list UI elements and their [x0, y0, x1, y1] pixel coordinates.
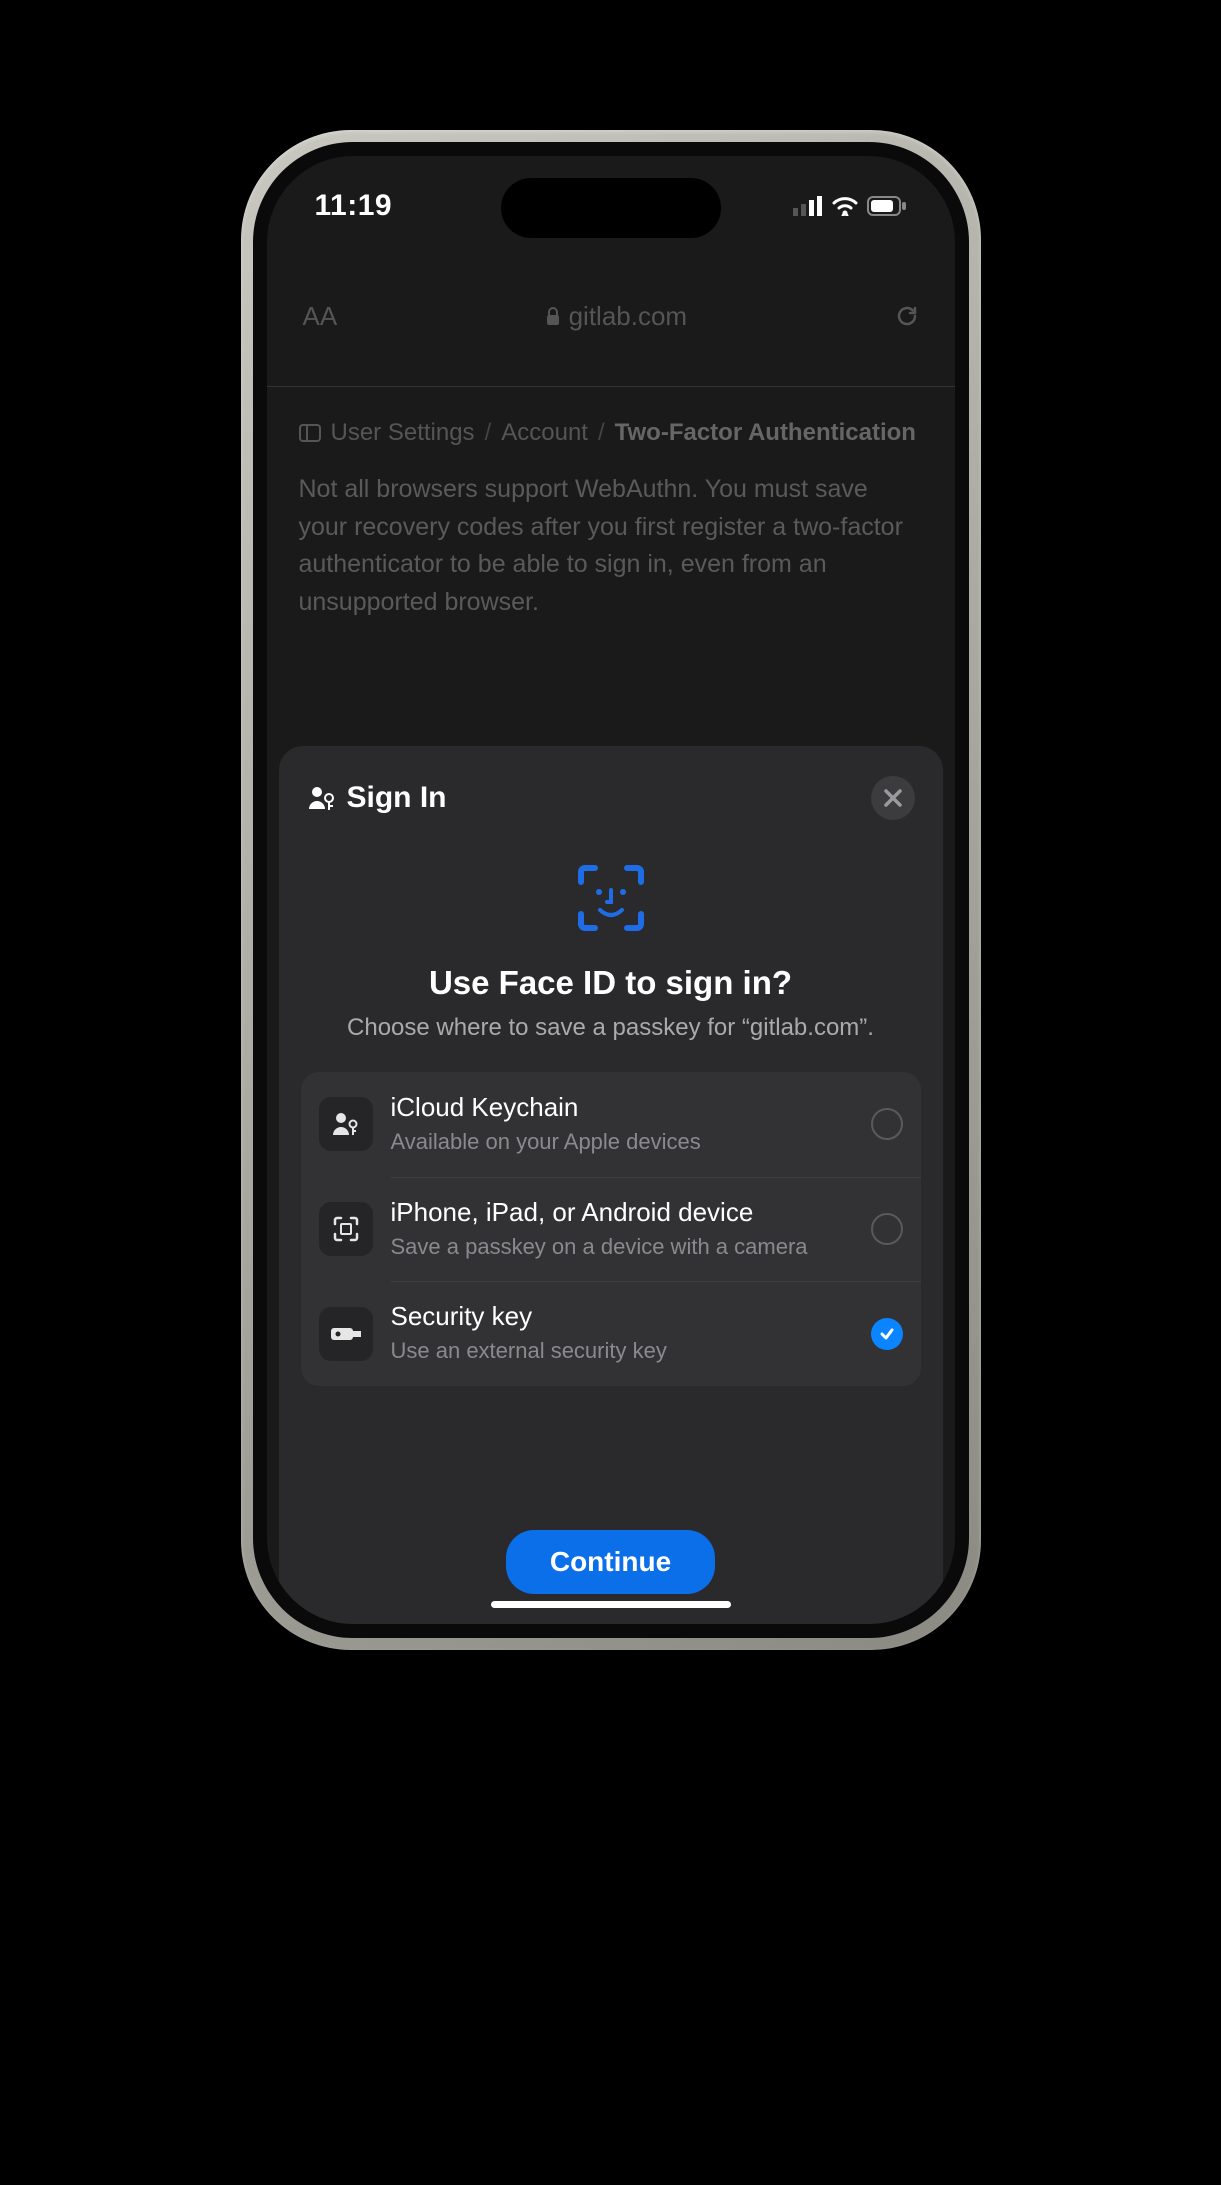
- page-description: Not all browsers support WebAuthn. You m…: [299, 471, 923, 621]
- sheet-title: Use Face ID to sign in?: [301, 964, 921, 1002]
- url-domain: gitlab.com: [569, 301, 688, 332]
- battery-icon: [867, 196, 907, 216]
- breadcrumb-item: User Settings: [331, 415, 475, 451]
- breadcrumb-item: Account: [501, 415, 588, 451]
- lock-icon: [545, 306, 561, 326]
- sheet-header-title: Sign In: [307, 781, 447, 815]
- person-key-icon: [319, 1097, 373, 1151]
- option-subtitle: Save a passkey on a device with a camera: [391, 1232, 853, 1262]
- sheet-subtitle: Choose where to save a passkey for “gitl…: [301, 1014, 921, 1042]
- radio-unselected[interactable]: [871, 1108, 903, 1140]
- option-subtitle: Available on your Apple devices: [391, 1127, 853, 1157]
- screen: 11:19 AA gitlab.com: [267, 156, 955, 1624]
- option-title: iPhone, iPad, or Android device: [391, 1197, 853, 1228]
- option-other-device[interactable]: iPhone, iPad, or Android device Save a p…: [301, 1177, 921, 1282]
- passkey-sheet: Sign In Use Face ID to sign in: [279, 746, 943, 1624]
- option-security-key[interactable]: Security key Use an external security ke…: [301, 1281, 921, 1386]
- breadcrumb-item: Two-Factor Authentication: [615, 415, 916, 451]
- passkey-options: iCloud Keychain Available on your Apple …: [301, 1072, 921, 1386]
- radio-selected[interactable]: [871, 1318, 903, 1350]
- passkey-icon: [307, 784, 337, 812]
- phone-frame: 11:19 AA gitlab.com: [241, 130, 981, 1650]
- safari-url-bar: AA gitlab.com: [267, 286, 955, 346]
- radio-unselected[interactable]: [871, 1213, 903, 1245]
- home-indicator[interactable]: [491, 1601, 731, 1608]
- faceid-icon: [301, 860, 921, 936]
- status-time: 11:19: [315, 189, 393, 223]
- option-title: Security key: [391, 1301, 853, 1332]
- breadcrumb: User Settings / Account / Two-Factor Aut…: [299, 415, 923, 451]
- sheet-header: Sign In: [301, 776, 921, 820]
- close-icon: [884, 789, 902, 807]
- checkmark-icon: [878, 1325, 896, 1343]
- continue-button[interactable]: Continue: [506, 1530, 715, 1594]
- option-icloud-keychain[interactable]: iCloud Keychain Available on your Apple …: [301, 1072, 921, 1177]
- text-size-icon: AA: [303, 301, 338, 332]
- page-content: User Settings / Account / Two-Factor Aut…: [267, 386, 955, 649]
- cellular-icon: [793, 196, 823, 216]
- sidebar-toggle-icon: [299, 424, 321, 442]
- dynamic-island: [501, 178, 721, 238]
- qr-scan-icon: [319, 1202, 373, 1256]
- phone-bezel: 11:19 AA gitlab.com: [253, 142, 969, 1638]
- security-key-icon: [319, 1307, 373, 1361]
- status-icons: [793, 196, 907, 216]
- option-title: iCloud Keychain: [391, 1092, 853, 1123]
- close-button[interactable]: [871, 776, 915, 820]
- option-subtitle: Use an external security key: [391, 1336, 853, 1366]
- wifi-icon: [831, 196, 859, 216]
- reload-icon: [895, 304, 919, 328]
